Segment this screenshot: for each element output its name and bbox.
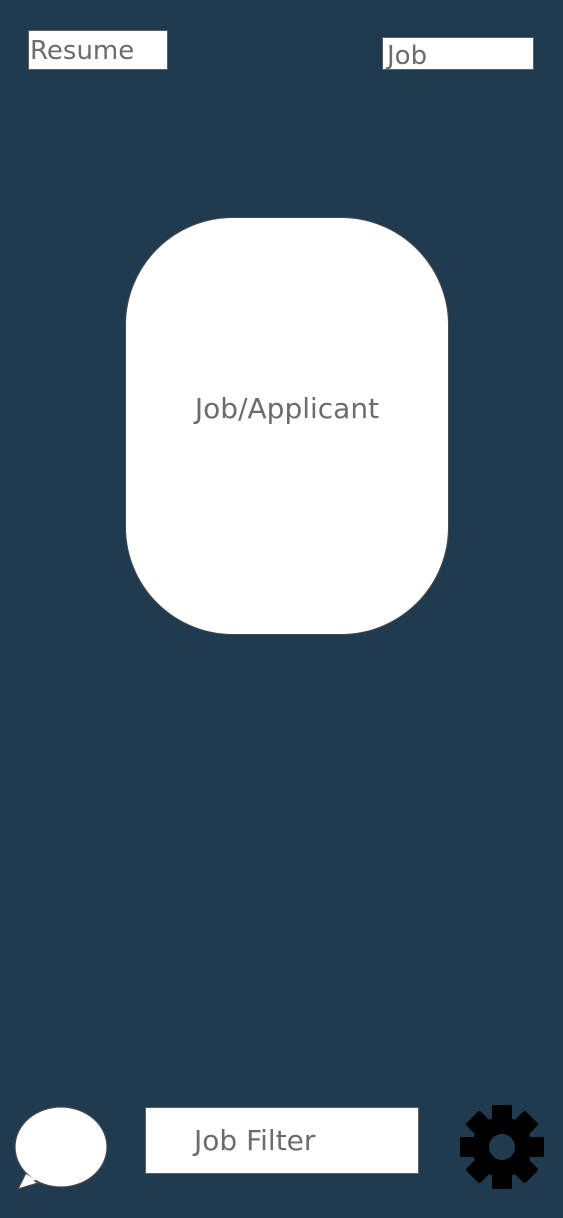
gear-icon xyxy=(460,1105,544,1189)
speech-bubble-icon xyxy=(14,1106,108,1190)
chat-button[interactable] xyxy=(14,1106,110,1192)
resume-button[interactable]: Resume xyxy=(28,30,168,70)
settings-button[interactable] xyxy=(459,1104,545,1190)
job-filter-label: Job Filter xyxy=(194,1124,316,1157)
card-label: Job/Applicant xyxy=(194,391,380,425)
job-applicant-card[interactable]: Job/Applicant xyxy=(125,217,449,635)
job-button[interactable]: Job xyxy=(382,37,534,70)
job-filter-button[interactable]: Job Filter xyxy=(145,1107,419,1174)
